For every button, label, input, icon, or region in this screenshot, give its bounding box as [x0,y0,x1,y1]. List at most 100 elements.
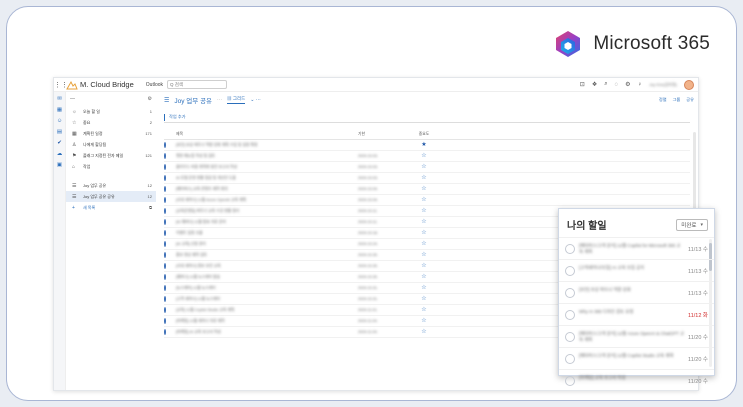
star-icon[interactable]: ☆ [421,153,426,159]
todo-item-text[interactable]: [보안] 보상 파트너 역량 강화 [579,287,684,299]
task-title[interactable]: [메타버스] 교육 콘텐츠 제작 회의 [176,187,358,192]
group-button[interactable]: 그룹 [673,97,681,103]
task-title[interactable]: 이벤트 일정 조율 [176,231,358,236]
task-title[interactable]: 홍보 영상 제작 검토 [176,253,358,258]
task-title[interactable]: 클라우드 비용 최적화 방안 보고서 작성 [176,165,358,170]
tab-grid[interactable]: ▦ 그리드 [227,96,246,104]
star-icon[interactable]: ☆ [421,307,426,313]
todo-item[interactable]: [메타버스/고객 분석] 12월 Azure OpenAI & ChatGPT … [559,325,714,347]
todo-item-text[interactable]: Why AI 365 디자인 검토 요청 [579,309,684,321]
complete-checkbox[interactable] [164,274,166,280]
star-icon[interactable]: ☆ [421,285,426,291]
mail-icon[interactable]: ✉ [57,96,62,102]
bell-icon[interactable]: ◌ [615,82,619,88]
sidebar-item[interactable]: ☼ 오늘 할 일 1 [66,106,156,117]
meet-icon[interactable]: ⊡ [580,81,585,88]
todo-rail-icon[interactable]: ✔ [57,140,62,146]
todo-item[interactable]: [마케팅] 교육 보고서 작성 11/20 수 [559,369,714,391]
list-title[interactable]: Joy 업무 공유 [174,95,212,105]
sidebar-item[interactable]: ⌂ 작업 [66,161,156,172]
star-icon[interactable]: ☆ [421,318,426,324]
settings-icon[interactable]: ⚙ [625,81,630,88]
star-icon[interactable]: ☆ [421,252,426,258]
task-title[interactable]: [고객 세미나] 11월 뉴스레터 [176,297,358,302]
task-title[interactable]: [AI 교육] 신청 관리 [176,242,358,247]
new-group-icon[interactable]: ⧉ [149,205,152,210]
complete-checkbox[interactable] [164,142,166,148]
complete-checkbox[interactable] [164,296,166,302]
complete-checkbox[interactable] [164,329,166,335]
teams-icon[interactable]: ❖ [592,81,597,88]
star-icon[interactable]: ☆ [421,219,426,225]
task-title[interactable]: AI 모델 운영 현황 점검 및 개선안 도출 [176,176,358,181]
todo-filter-dropdown[interactable]: 미완료 ▾ [676,218,708,231]
header-date[interactable]: 기한 [358,132,414,137]
complete-checkbox[interactable] [164,241,166,247]
star-icon[interactable]: ☆ [421,197,426,203]
star-icon[interactable]: ☆ [421,263,426,269]
task-title[interactable]: [교육운영팀] 파트너 교육 수강 현황 정리 [176,209,358,214]
task-title[interactable]: [뉴스레터] 11월 뉴스레터 [176,286,358,291]
task-title[interactable]: [사내 세미나] 정보 보안 교육 [176,264,358,269]
todo-item-text[interactable]: [메타버스/고객 분석] 12월 Copilot Studio 교육 계획 [579,353,684,365]
sidebar-item[interactable]: ▦ 계획된 일정 171 [66,128,156,139]
star-icon[interactable]: ☆ [421,230,426,236]
complete-checkbox[interactable] [164,175,166,181]
people-icon[interactable]: ☺ [57,118,63,124]
complete-checkbox[interactable] [164,164,166,170]
todo-complete-checkbox[interactable] [565,309,575,320]
complete-checkbox[interactable] [164,153,166,159]
complete-checkbox[interactable] [164,263,166,269]
sidebar-list-item[interactable]: ☰ Joy 업무 공유 12 [66,180,156,191]
sidebar-item[interactable]: ♙ 나에게 할당됨 [66,139,156,150]
task-title[interactable]: [AI 웨비나] 11월 발표 자료 준비 [176,220,358,225]
sidebar-item[interactable]: ⚑ 플래그 지정된 전자 메일 121 [66,150,156,161]
task-title[interactable]: [마케팅] AI 교육 보고서 작성 [176,330,358,335]
task-title[interactable]: [보안] 보상 파트너 역량 강화 계획 수립 및 일정 확정 [176,143,358,148]
share-button[interactable]: 공유 [686,97,694,103]
task-title[interactable]: [교육] 11월 Copilot Studio 교육 계획 [176,308,358,313]
more-options-icon[interactable]: ··· [217,97,222,103]
complete-checkbox[interactable] [164,208,166,214]
complete-checkbox[interactable] [164,230,166,236]
complete-checkbox[interactable] [164,197,166,203]
complete-checkbox[interactable] [164,307,166,313]
add-task-input[interactable]: 작업 추가 [164,112,690,123]
table-row[interactable]: AI 모델 운영 현황 점검 및 개선안 도출 2024.10.03. ☆ [164,173,690,184]
task-title[interactable]: 챗봇 매뉴얼 작성 및 검토 [176,154,358,159]
app-launcher-icon[interactable]: ⋮⋮ [54,81,68,89]
todo-item-text[interactable]: [마케팅] 교육 보고서 작성 [579,375,684,387]
todo-item[interactable]: [메타버스/고객 분석] 12월 Copilot for Microsoft 3… [559,237,714,259]
star-icon[interactable]: ☆ [421,208,426,214]
teams-rail-icon[interactable]: ▤ [57,129,62,135]
apps-icon[interactable]: ▣ [57,162,62,168]
outlook-label[interactable]: Outlook [146,82,163,88]
todo-complete-checkbox[interactable] [565,287,575,298]
todo-complete-checkbox[interactable] [565,331,575,342]
header-title[interactable]: 제목 [176,132,358,137]
megaphone-icon[interactable]: ⌕ [604,81,607,88]
collapse-menu-icon[interactable]: — [70,96,75,102]
table-row[interactable]: 챗봇 매뉴얼 작성 및 검토 2024.10.03. ☆ [164,151,690,162]
table-row[interactable]: 클라우드 비용 최적화 방안 보고서 작성 2024.10.03. ☆ [164,162,690,173]
task-title[interactable]: [마케팅] 11월 세미나 자료 제작 [176,319,358,324]
star-icon[interactable]: ☆ [421,274,426,280]
todo-complete-checkbox[interactable] [565,375,575,386]
avatar[interactable] [684,79,694,90]
search-input[interactable]: Q 검색 [167,80,228,89]
sidebar-list-item[interactable]: ☰ Joy 업무 공유 공유 12 [66,191,156,202]
star-icon[interactable]: ☆ [421,186,426,192]
lightbulb-icon[interactable]: ♀ [638,82,643,88]
star-icon[interactable]: ☆ [421,329,426,335]
star-icon[interactable]: ☆ [421,296,426,302]
calendar-icon[interactable]: ▦ [57,107,62,113]
todo-item[interactable]: Why AI 365 디자인 검토 요청 11/12 화 [559,303,714,325]
star-filled-icon[interactable]: ★ [421,142,426,148]
sidebar-settings-icon[interactable]: ⚙ [148,96,152,102]
todo-item[interactable]: [고객세미나/모집] AI 교육 모집 공지 11/13 수 [559,259,714,281]
view-more-icon[interactable]: ⌄ ··· [250,97,261,103]
complete-checkbox[interactable] [164,285,166,291]
todo-item-text[interactable]: [메타버스/고객 분석] 12월 Azure OpenAI & ChatGPT … [579,331,684,343]
star-icon[interactable]: ☆ [421,164,426,170]
complete-checkbox[interactable] [164,219,166,225]
